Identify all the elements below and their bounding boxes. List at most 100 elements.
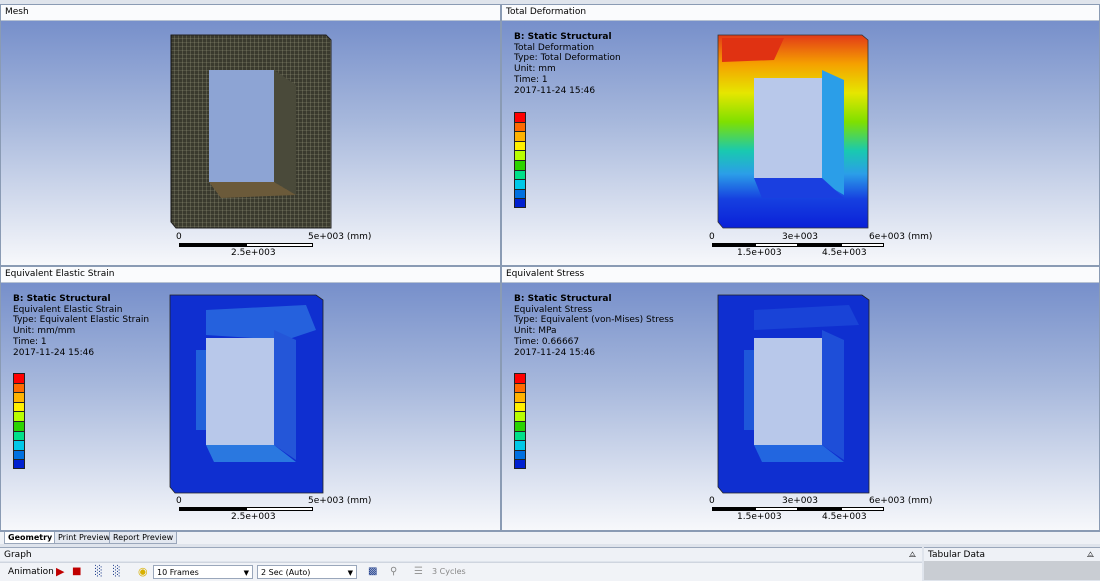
viewport-title-total-deformation: Total Deformation xyxy=(502,5,1099,21)
info-line: B: Static Structural xyxy=(13,294,111,304)
legend-swatch xyxy=(514,112,526,122)
result-info: B: Static Structural Total Deformation T… xyxy=(514,32,621,96)
color-legend xyxy=(514,112,526,208)
scale-label-max: 6e+003 (mm) xyxy=(869,496,933,506)
animation-toolbar: Animation ▶ ■ ░ ░ ◉ 10 Frames ▼ 2 Sec (A… xyxy=(0,562,922,581)
legend-swatch xyxy=(514,198,526,208)
info-line: B: Static Structural xyxy=(514,294,612,304)
equivalent-stress-viewport[interactable]: Equivalent Stress B: Static Structural E… xyxy=(501,266,1100,531)
lightbulb-icon[interactable]: ◉ xyxy=(138,565,148,579)
duration-select[interactable]: 2 Sec (Auto) ▼ xyxy=(257,565,357,579)
stress-scale-bar: 0 3e+003 6e+003 (mm) 1.5e+003 4.5e+003 xyxy=(709,496,939,526)
frames-select[interactable]: 10 Frames ▼ xyxy=(153,565,253,579)
legend-swatch xyxy=(514,392,526,402)
scale-label-q3: 4.5e+003 xyxy=(822,512,867,522)
scale-label-mid: 2.5e+003 xyxy=(231,248,276,258)
frames-select-value: 10 Frames xyxy=(157,568,199,577)
pin-icon[interactable]: ⨺ xyxy=(1087,548,1094,562)
color-legend xyxy=(13,373,25,469)
scale-label-mid: 3e+003 xyxy=(782,232,818,242)
chevron-down-icon: ▼ xyxy=(243,569,249,577)
deformation-scale-bar: 0 3e+003 6e+003 (mm) 1.5e+003 4.5e+003 xyxy=(709,232,939,262)
info-line: Unit: mm/mm xyxy=(13,326,76,337)
legend-swatch xyxy=(514,449,526,460)
result-info: B: Static Structural Equivalent Stress T… xyxy=(514,294,674,358)
cycles-icon[interactable]: ☰ xyxy=(414,565,423,579)
chevron-down-icon: ▼ xyxy=(347,569,353,577)
legend-swatch xyxy=(514,140,526,151)
deformation-model-image xyxy=(717,34,869,229)
legend-swatch xyxy=(514,159,526,170)
info-line: Equivalent Elastic Strain xyxy=(13,304,123,315)
mesh-viewport[interactable]: Mesh 0 5e+003 (mm) 2.5e+003 xyxy=(0,4,501,266)
scale-label-0: 0 xyxy=(709,232,715,242)
tabular-data-title: Tabular Data xyxy=(928,550,986,560)
mesh-model-image xyxy=(170,34,332,229)
info-line: Time: 0.66667 xyxy=(514,336,580,347)
scale-label-max: 6e+003 (mm) xyxy=(869,232,933,242)
legend-swatch xyxy=(514,411,526,421)
frames-result-icon[interactable]: ░ xyxy=(113,565,121,579)
pin-icon[interactable]: ⨺ xyxy=(909,548,916,562)
export-video-icon[interactable]: ▩ xyxy=(368,565,377,579)
strain-model-image xyxy=(169,294,324,494)
scale-label-mid: 2.5e+003 xyxy=(231,512,276,522)
result-info: B: Static Structural Equivalent Elastic … xyxy=(13,294,149,358)
tabular-data-header: Tabular Data ⨺ xyxy=(924,547,1100,561)
view-tab-strip: Geometry Print Preview Report Preview xyxy=(0,531,1100,544)
tab-geometry[interactable]: Geometry xyxy=(4,532,57,544)
animation-label: Animation xyxy=(8,567,54,577)
strain-scale-bar: 0 5e+003 (mm) 2.5e+003 xyxy=(176,496,371,526)
info-line: Time: 1 xyxy=(13,336,47,347)
legend-swatch xyxy=(13,459,25,469)
legend-swatch xyxy=(13,392,25,402)
elastic-strain-viewport[interactable]: Equivalent Elastic Strain B: Static Stru… xyxy=(0,266,501,531)
info-line: 2017-11-24 15:46 xyxy=(514,85,596,96)
info-line: Type: Equivalent Elastic Strain xyxy=(13,315,150,326)
scale-label-max: 5e+003 (mm) xyxy=(308,232,372,242)
graph-panel-header: Graph ⨺ xyxy=(0,547,922,561)
legend-swatch xyxy=(13,382,25,393)
legend-swatch xyxy=(13,440,25,450)
legend-swatch xyxy=(514,401,526,412)
legend-swatch xyxy=(514,382,526,393)
info-line: Time: 1 xyxy=(514,74,548,85)
legend-swatch xyxy=(13,411,25,421)
info-line: Unit: mm xyxy=(514,64,556,75)
legend-swatch xyxy=(514,440,526,450)
tab-report-preview[interactable]: Report Preview xyxy=(109,532,178,544)
legend-swatch xyxy=(514,188,526,199)
graph-title: Graph xyxy=(4,550,32,560)
legend-swatch xyxy=(13,420,25,431)
legend-swatch xyxy=(514,373,526,383)
tab-print-preview[interactable]: Print Preview xyxy=(54,532,115,544)
tabular-data-body xyxy=(924,561,1100,580)
legend-swatch xyxy=(13,401,25,412)
scale-label-q3: 4.5e+003 xyxy=(822,248,867,258)
cycles-label: 3 Cycles xyxy=(432,567,466,576)
legend-swatch xyxy=(514,430,526,441)
legend-swatch xyxy=(13,449,25,460)
legend-swatch xyxy=(514,121,526,132)
info-line: 2017-11-24 15:46 xyxy=(13,347,95,358)
viewport-title-mesh: Mesh xyxy=(1,5,500,21)
legend-swatch xyxy=(13,373,25,383)
info-line: Total Deformation xyxy=(514,42,595,53)
scale-label-q1: 1.5e+003 xyxy=(737,512,782,522)
zoom-icon[interactable]: ⚲ xyxy=(390,565,397,579)
total-deformation-viewport[interactable]: Total Deformation B: Static Structural T… xyxy=(501,4,1100,266)
viewport-title-elastic-strain: Equivalent Elastic Strain xyxy=(1,267,500,283)
stop-icon[interactable]: ■ xyxy=(72,565,81,579)
color-legend xyxy=(514,373,526,469)
info-line: Unit: MPa xyxy=(514,326,557,337)
info-line: B: Static Structural xyxy=(514,32,612,42)
frames-distributed-icon[interactable]: ░ xyxy=(95,565,103,579)
play-icon[interactable]: ▶ xyxy=(56,565,64,579)
stress-model-image xyxy=(717,294,870,494)
legend-swatch xyxy=(514,131,526,141)
legend-swatch xyxy=(13,430,25,441)
viewport-title-equivalent-stress: Equivalent Stress xyxy=(502,267,1099,283)
legend-swatch xyxy=(514,420,526,431)
scale-label-0: 0 xyxy=(176,496,182,506)
mesh-scale-bar: 0 5e+003 (mm) 2.5e+003 xyxy=(176,232,371,262)
